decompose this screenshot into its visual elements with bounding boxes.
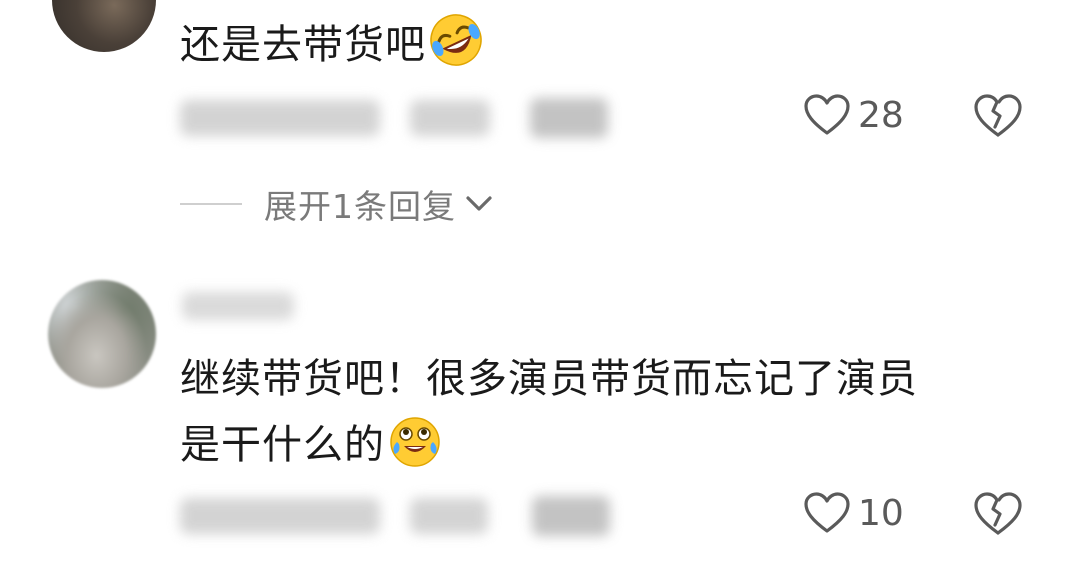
avatar[interactable] bbox=[48, 280, 156, 388]
comment-body: 还是去带货吧 bbox=[180, 22, 426, 68]
reply-button-blurred[interactable] bbox=[530, 98, 608, 138]
heart-icon bbox=[804, 94, 850, 135]
like-count: 10 bbox=[858, 492, 904, 534]
comment-line-2-text: 是干什么的 bbox=[180, 422, 385, 468]
rofl-emoji-icon bbox=[428, 12, 484, 68]
comment-line-2: 是干什么的 bbox=[180, 412, 1020, 478]
dislike-button[interactable] bbox=[974, 492, 1022, 540]
joy-tears-emoji-icon bbox=[387, 412, 443, 468]
dislike-button[interactable] bbox=[974, 94, 1022, 142]
reply-button-blurred[interactable] bbox=[532, 496, 610, 536]
username-blurred[interactable] bbox=[182, 292, 294, 320]
broken-heart-icon bbox=[974, 492, 1022, 535]
like-button[interactable]: 10 bbox=[804, 492, 904, 534]
comment-line-1: 继续带货吧！很多演员带货而忘记了演员 bbox=[180, 356, 918, 402]
expand-replies[interactable]: 展开1条回复 bbox=[180, 180, 494, 228]
broken-heart-icon bbox=[974, 94, 1022, 137]
heart-icon bbox=[804, 492, 850, 533]
comment-text: 还是去带货吧 bbox=[180, 12, 484, 78]
chevron-down-icon bbox=[466, 196, 492, 211]
like-count: 28 bbox=[858, 94, 904, 136]
comment-text: 继续带货吧！很多演员带货而忘记了演员 是干什么的 bbox=[180, 346, 1020, 478]
divider bbox=[180, 203, 242, 205]
location-blurred bbox=[410, 498, 488, 534]
timestamp-blurred bbox=[180, 100, 380, 136]
like-button[interactable]: 28 bbox=[804, 94, 904, 136]
avatar[interactable] bbox=[52, 0, 156, 52]
expand-replies-label: 展开1条回复 bbox=[264, 187, 456, 226]
timestamp-blurred bbox=[180, 498, 380, 534]
location-blurred bbox=[410, 100, 490, 136]
